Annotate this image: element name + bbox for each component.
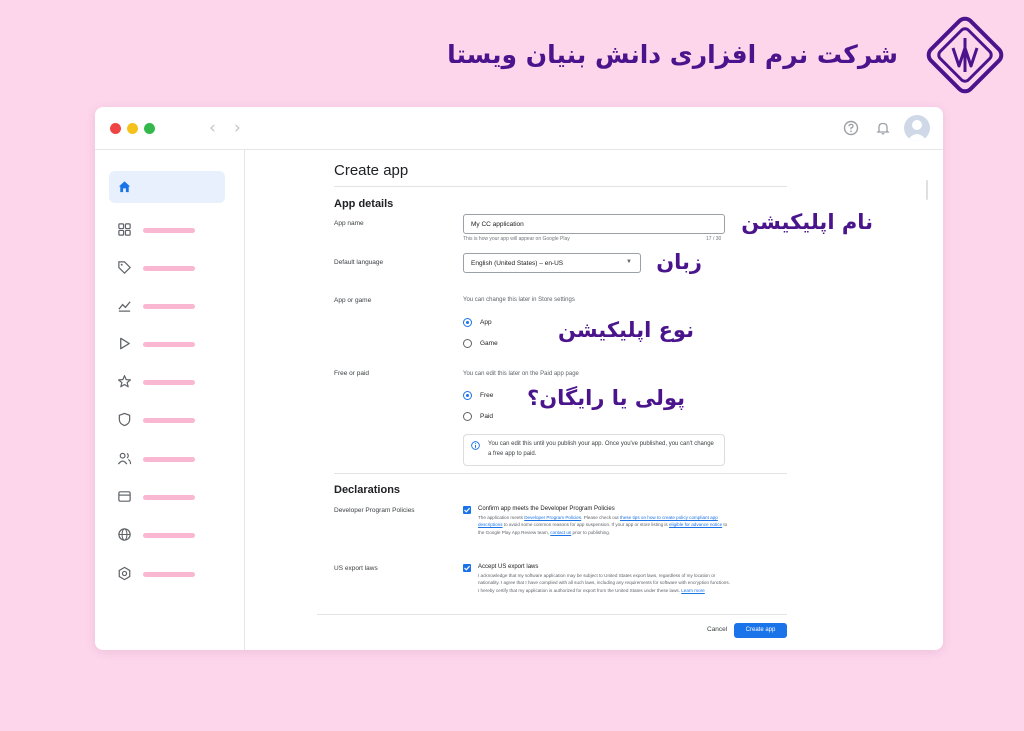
link-contact-us[interactable]: contact us — [550, 530, 571, 535]
brand-header: شرکت نرم افزاری دانش بنیان ویستا — [447, 10, 1010, 100]
shield-icon — [118, 412, 131, 427]
close-window-dot[interactable] — [110, 123, 121, 134]
annotation-language: زبان — [656, 250, 702, 274]
play-icon — [120, 337, 130, 350]
default-language-value: English (United States) – en-US — [471, 260, 564, 267]
radio-paid-label: Paid — [480, 413, 494, 420]
star-icon — [117, 375, 132, 388]
radio-game[interactable] — [463, 339, 472, 348]
sidebar-item-tags[interactable] — [109, 252, 225, 284]
free-or-paid-note: You can edit this later on the Paid app … — [463, 371, 579, 377]
radio-free-label: Free — [480, 392, 494, 399]
apps-grid-icon — [118, 223, 131, 236]
sidebar-item-ratings[interactable] — [109, 366, 225, 398]
globe-icon — [118, 528, 131, 541]
create-app-button[interactable]: Create app — [734, 623, 787, 638]
tag-icon — [118, 261, 131, 274]
link-developer-policies[interactable]: Developer Program Policies — [524, 515, 581, 520]
developer-policies-label: Developer Program Policies — [334, 507, 415, 514]
maximize-window-dot[interactable] — [144, 123, 155, 134]
sidebar-item-global[interactable] — [109, 519, 225, 551]
cancel-button[interactable]: Cancel — [707, 626, 727, 633]
sidebar-item-payments[interactable] — [109, 481, 225, 513]
title-divider — [334, 186, 787, 187]
developer-policies-checkbox[interactable] — [463, 506, 471, 514]
radio-paid[interactable] — [463, 412, 472, 421]
default-language-label: Default language — [334, 259, 384, 266]
users-icon — [117, 452, 132, 465]
radio-app-label: App — [480, 319, 492, 326]
info-icon — [471, 441, 480, 450]
sidebar-item-apps[interactable] — [109, 214, 225, 246]
app-details-heading: App details — [334, 198, 394, 210]
default-language-select[interactable]: English (United States) – en-US ▼ — [463, 253, 641, 273]
footer-divider — [317, 614, 787, 615]
sidebar — [95, 150, 245, 650]
link-advance-notice[interactable]: eligible for advance notice — [669, 522, 722, 527]
settings-icon — [118, 566, 131, 581]
sidebar-item-home[interactable] — [109, 171, 225, 203]
page-title: Create app — [334, 162, 409, 179]
brand-title: شرکت نرم افزاری دانش بنیان ویستا — [447, 40, 898, 69]
browser-window: ‹ › Create app App details App name My C… — [95, 107, 943, 650]
app-or-game-label: App or game — [334, 297, 372, 304]
pricing-info-box: You can edit this until you publish your… — [463, 434, 725, 466]
minimize-window-dot[interactable] — [127, 123, 138, 134]
help-icon[interactable] — [843, 120, 859, 136]
sidebar-item-stats[interactable] — [109, 290, 225, 322]
declarations-divider — [334, 473, 787, 474]
app-name-helper: This is how your app will appear on Goog… — [463, 236, 570, 242]
sidebar-item-play[interactable] — [109, 328, 225, 360]
app-name-value: My CC application — [471, 221, 524, 228]
radio-app[interactable] — [463, 318, 472, 327]
export-laws-label: US export laws — [334, 565, 378, 572]
radio-game-label: Game — [480, 340, 498, 347]
caret-down-icon: ▼ — [626, 259, 632, 265]
title-bar: ‹ › — [95, 107, 943, 150]
radio-free[interactable] — [463, 391, 472, 400]
card-icon — [118, 491, 131, 502]
developer-policies-body: The application meets Developer Program … — [478, 515, 728, 535]
annotation-pricing: پولی یا رایگان؟ — [527, 386, 685, 410]
sidebar-item-settings[interactable] — [109, 558, 225, 590]
free-or-paid-label: Free or paid — [334, 370, 370, 377]
app-name-label: App name — [334, 220, 364, 227]
bell-icon[interactable] — [875, 120, 891, 136]
app-name-input[interactable]: My CC application — [463, 214, 725, 234]
annotation-app-name: نام اپلیکیشن — [741, 210, 873, 234]
home-icon — [118, 181, 131, 193]
forward-arrow-icon[interactable]: › — [234, 118, 241, 138]
back-arrow-icon[interactable]: ‹ — [209, 118, 216, 138]
scrollbar[interactable] — [926, 180, 928, 200]
app-or-game-note: You can change this later in Store setti… — [463, 297, 575, 303]
annotation-app-type: نوع اپلیکیشن — [558, 318, 694, 342]
developer-policies-title: Confirm app meets the Developer Program … — [478, 506, 615, 512]
sidebar-item-policy[interactable] — [109, 404, 225, 436]
export-laws-title: Accept US export laws — [478, 564, 539, 570]
checkmark-icon — [464, 565, 471, 571]
user-avatar-icon — [907, 120, 927, 141]
export-laws-checkbox[interactable] — [463, 564, 471, 572]
sidebar-item-users[interactable] — [109, 443, 225, 475]
vista-diamond-logo-icon — [926, 16, 1004, 94]
stats-icon — [118, 301, 131, 312]
checkmark-icon — [464, 507, 471, 513]
declarations-heading: Declarations — [334, 484, 401, 496]
link-learn-more[interactable]: Learn more — [681, 588, 705, 593]
avatar[interactable] — [904, 115, 930, 141]
pricing-info-text: You can edit this until you publish your… — [488, 441, 714, 457]
app-name-counter: 17 / 30 — [706, 236, 722, 242]
export-laws-body: I acknowledge that my software applicati… — [478, 573, 730, 593]
